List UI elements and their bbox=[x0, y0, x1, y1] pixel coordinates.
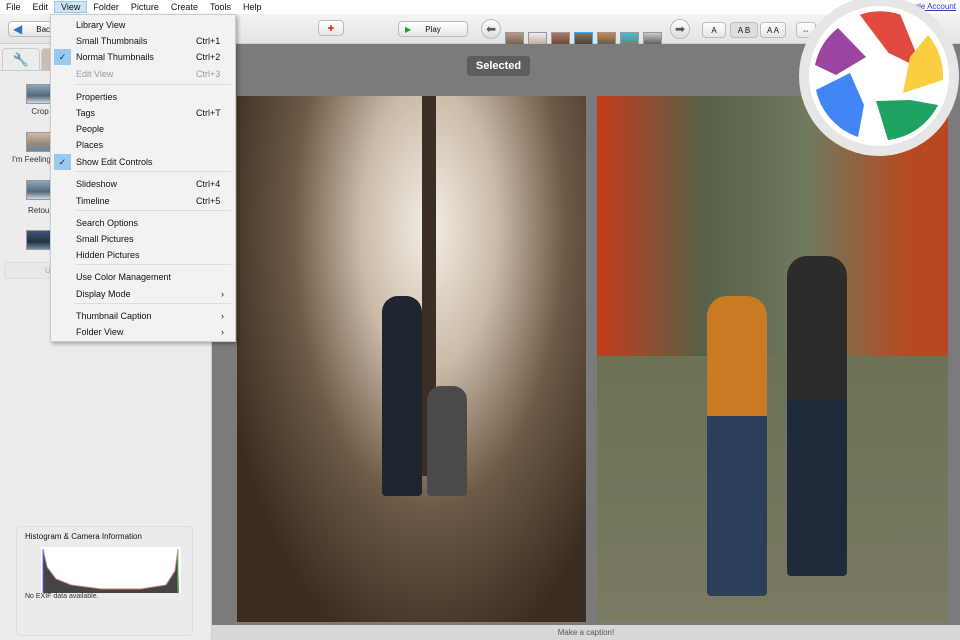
menu-item-label: Slideshow bbox=[76, 179, 118, 189]
previous-arrow-icon[interactable]: ⬅ bbox=[481, 19, 501, 39]
menu-picture[interactable]: Picture bbox=[125, 2, 165, 12]
single-view-button[interactable]: A bbox=[702, 22, 726, 38]
menu-separator bbox=[75, 84, 231, 85]
feeling-lucky-icon[interactable] bbox=[26, 132, 52, 152]
menu-item-label: Properties bbox=[76, 92, 118, 102]
play-icon: ▶ bbox=[405, 24, 412, 34]
exif-text: No EXIF data available. bbox=[25, 593, 99, 600]
menu-item-label: Places bbox=[76, 140, 104, 150]
menu-item-label: Normal Thumbnails bbox=[76, 52, 154, 62]
menu-item-properties[interactable]: Properties bbox=[51, 89, 235, 105]
menu-item-label: Tags bbox=[76, 108, 96, 118]
menu-separator bbox=[75, 303, 231, 304]
menu-item-search-options[interactable]: Search Options bbox=[51, 215, 235, 231]
checkmark-icon: ✓ bbox=[54, 154, 71, 170]
histogram-title: Histogram & Camera Information bbox=[25, 532, 142, 541]
menu-item-use-color-management[interactable]: Use Color Management bbox=[51, 269, 235, 285]
histogram-chart bbox=[41, 547, 181, 593]
menu-item-label: People bbox=[76, 124, 105, 134]
picasa-logo-icon bbox=[799, 0, 959, 156]
menu-item-shortcut: › bbox=[221, 289, 224, 299]
play-button[interactable]: ▶ Play bbox=[398, 21, 468, 37]
histogram-panel: Histogram & Camera Information No EXIF d… bbox=[16, 526, 193, 636]
menu-item-label: Small Pictures bbox=[76, 234, 134, 244]
menu-item-people[interactable]: People bbox=[51, 121, 235, 137]
menu-item-label: Display Mode bbox=[76, 289, 131, 299]
next-arrow-icon[interactable]: ➡ bbox=[670, 19, 690, 39]
photo-left[interactable] bbox=[237, 96, 586, 622]
menu-item-label: Edit View bbox=[76, 69, 114, 79]
caption-input[interactable]: Make a caption! bbox=[558, 628, 614, 637]
menu-item-display-mode[interactable]: Display Mode › bbox=[51, 286, 235, 302]
menu-item-shortcut: Ctrl+1 bbox=[196, 36, 221, 46]
collage-icon[interactable]: ✚ bbox=[318, 20, 344, 36]
menu-folder[interactable]: Folder bbox=[87, 2, 125, 12]
menu-tools[interactable]: Tools bbox=[204, 2, 237, 12]
checkmark-icon: ✓ bbox=[54, 49, 71, 65]
menu-item-label: Timeline bbox=[76, 196, 110, 206]
menu-item-label: Folder View bbox=[76, 327, 124, 337]
menu-file[interactable]: File bbox=[0, 2, 27, 12]
menu-item-show-edit-controls[interactable]: ✓ Show Edit Controls bbox=[51, 154, 235, 170]
menu-item-shortcut: Ctrl+2 bbox=[196, 52, 221, 62]
selected-label: Selected bbox=[467, 56, 530, 76]
menu-item-slideshow[interactable]: Slideshow Ctrl+4 bbox=[51, 176, 235, 192]
menu-item-shortcut: Ctrl+5 bbox=[196, 196, 221, 206]
menu-item-thumbnail-caption[interactable]: Thumbnail Caption › bbox=[51, 308, 235, 324]
menu-create[interactable]: Create bbox=[165, 2, 204, 12]
menu-item-label: Library View bbox=[76, 20, 126, 30]
menu-edit[interactable]: Edit bbox=[27, 2, 55, 12]
menu-item-tags[interactable]: Tags Ctrl+T bbox=[51, 105, 235, 121]
menu-item-edit-view: Edit View Ctrl+3 bbox=[51, 66, 235, 82]
caption-bar[interactable]: Make a caption! bbox=[212, 625, 960, 640]
dual-view-button[interactable]: A A bbox=[760, 22, 786, 38]
menu-item-places[interactable]: Places bbox=[51, 137, 235, 153]
view-menu: Library View Small Thumbnails Ctrl+1 ✓ Norma… bbox=[50, 14, 236, 342]
compare-view-button[interactable]: A B bbox=[730, 22, 758, 38]
photo-right[interactable] bbox=[597, 96, 948, 622]
menu-item-shortcut: Ctrl+3 bbox=[196, 69, 221, 79]
tab-basic-fixes[interactable]: 🔧 bbox=[2, 48, 40, 70]
menu-item-label: Hidden Pictures bbox=[76, 250, 140, 260]
menu-item-label: Use Color Management bbox=[76, 272, 172, 282]
menu-item-normal-thumbnails[interactable]: ✓ Normal Thumbnails Ctrl+2 bbox=[51, 49, 235, 65]
retouch-tool-icon[interactable] bbox=[26, 180, 52, 200]
tool-icon[interactable] bbox=[26, 230, 52, 250]
menu-item-shortcut: Ctrl+4 bbox=[196, 179, 221, 189]
menu-item-hidden-pictures[interactable]: Hidden Pictures bbox=[51, 247, 235, 263]
menu-item-label: Show Edit Controls bbox=[76, 157, 153, 167]
menu-item-label: Thumbnail Caption bbox=[76, 311, 152, 321]
menu-item-timeline[interactable]: Timeline Ctrl+5 bbox=[51, 193, 235, 209]
menu-item-label: Small Thumbnails bbox=[76, 36, 148, 46]
menu-item-library-view[interactable]: Library View bbox=[51, 17, 235, 33]
menu-view[interactable]: View bbox=[54, 1, 88, 13]
crop-tool-icon[interactable] bbox=[26, 84, 52, 104]
menu-item-small-thumbnails[interactable]: Small Thumbnails Ctrl+1 bbox=[51, 33, 235, 49]
menu-item-shortcut: › bbox=[221, 327, 224, 337]
menu-item-label: Search Options bbox=[76, 218, 139, 228]
wrench-icon: 🔧 bbox=[12, 51, 30, 67]
back-arrow-icon: ◀ bbox=[13, 22, 23, 36]
menu-help[interactable]: Help bbox=[237, 2, 268, 12]
menu-item-shortcut: Ctrl+T bbox=[196, 108, 221, 118]
menu-item-folder-view[interactable]: Folder View › bbox=[51, 324, 235, 340]
menu-item-small-pictures[interactable]: Small Pictures bbox=[51, 231, 235, 247]
menu-separator bbox=[75, 210, 231, 211]
menu-separator bbox=[75, 171, 231, 172]
menu-item-shortcut: › bbox=[221, 311, 224, 321]
menu-separator bbox=[75, 264, 231, 265]
